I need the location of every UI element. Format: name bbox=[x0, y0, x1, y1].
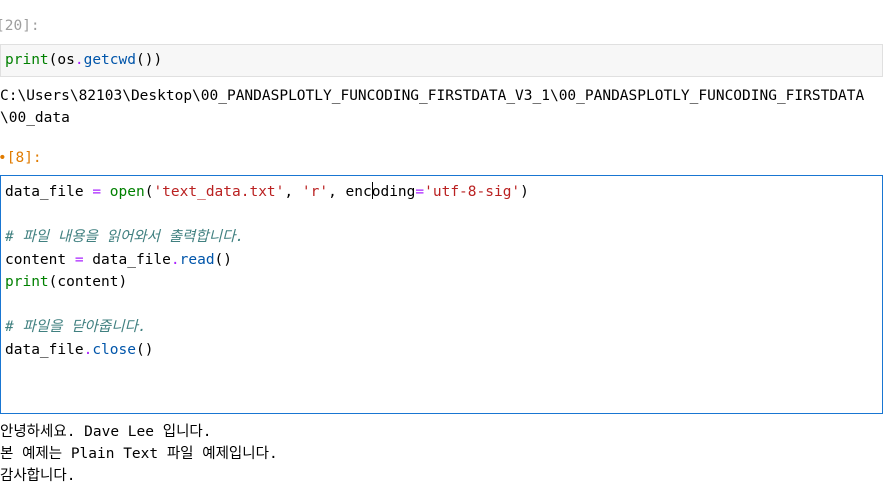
dot-operator: . bbox=[74, 52, 84, 68]
dot-operator: . bbox=[170, 251, 180, 268]
method-read: read bbox=[179, 251, 215, 268]
comma: , bbox=[328, 184, 346, 200]
module-os: os bbox=[57, 52, 75, 68]
assign-operator: = bbox=[92, 184, 102, 200]
kwarg-encoding-a: enc bbox=[345, 184, 372, 200]
kwarg-encoding-b: oding bbox=[371, 184, 416, 200]
paren: () bbox=[135, 341, 154, 358]
code-comment-read[interactable]: # 파일 내용을 읽어와서 출력합니다. bbox=[1, 226, 882, 249]
code-line-blank[interactable] bbox=[1, 294, 882, 317]
code-line-blank[interactable] bbox=[1, 204, 882, 227]
builtin-open: open bbox=[109, 184, 145, 200]
code-line[interactable]: print(os.getcwd()) bbox=[1, 45, 882, 76]
code-line-close[interactable]: data_file.close() bbox=[1, 339, 882, 362]
code-cell-getcwd[interactable]: print(os.getcwd()) bbox=[0, 44, 883, 77]
output-line: C:\Users\82103\Desktop\00_PANDASPLOTLY_F… bbox=[0, 88, 865, 104]
string-filename: 'text_data.txt' bbox=[153, 184, 285, 200]
var-data-file: data_file bbox=[5, 341, 84, 358]
code-line-read[interactable]: content = data_file.read() bbox=[1, 249, 882, 272]
dot-operator: . bbox=[83, 341, 93, 358]
string-encoding: 'utf-8-sig' bbox=[424, 184, 521, 200]
code-line-open[interactable]: data_file = open('text_data.txt', 'r', e… bbox=[1, 181, 882, 204]
cell-prompt-8: •[8]: bbox=[0, 148, 42, 168]
var-data-file: data_file bbox=[5, 184, 93, 200]
modified-marker: • bbox=[0, 150, 7, 166]
print-args: (content) bbox=[48, 274, 128, 290]
kwarg-equals: = bbox=[415, 184, 425, 200]
output-line: \00_data bbox=[0, 110, 70, 126]
builtin-print: print bbox=[5, 52, 49, 68]
code-comment-close[interactable]: # 파일을 닫아줍니다. bbox=[1, 316, 882, 339]
var-content: content bbox=[5, 251, 75, 268]
output-line: 감사합니다. bbox=[0, 468, 76, 484]
method-getcwd: getcwd bbox=[83, 52, 136, 68]
paren: () bbox=[214, 251, 233, 268]
paren-close: ()) bbox=[135, 52, 163, 68]
comma: , bbox=[284, 184, 302, 200]
cell-output-file-content: 안녕하세요. Dave Lee 입니다. 본 예제는 Plain Text 파일 … bbox=[0, 421, 278, 487]
output-line: 안녕하세요. Dave Lee 입니다. bbox=[0, 424, 212, 440]
code-cell-file-read[interactable]: data_file = open('text_data.txt', 'r', e… bbox=[0, 175, 883, 414]
assign-operator: = bbox=[74, 251, 84, 268]
paren-close: ) bbox=[520, 184, 529, 200]
string-mode: 'r' bbox=[301, 184, 329, 200]
prompt-label: [8]: bbox=[6, 150, 42, 166]
output-line: 본 예제는 Plain Text 파일 예제입니다. bbox=[0, 446, 278, 462]
var-data-file: data_file bbox=[83, 251, 171, 268]
builtin-print: print bbox=[5, 274, 49, 290]
code-line-print[interactable]: print(content) bbox=[1, 271, 882, 294]
cell-output-getcwd: C:\Users\82103\Desktop\00_PANDASPLOTLY_F… bbox=[0, 85, 864, 129]
method-close: close bbox=[92, 341, 136, 358]
cell-prompt-20: [20]: bbox=[0, 18, 40, 34]
